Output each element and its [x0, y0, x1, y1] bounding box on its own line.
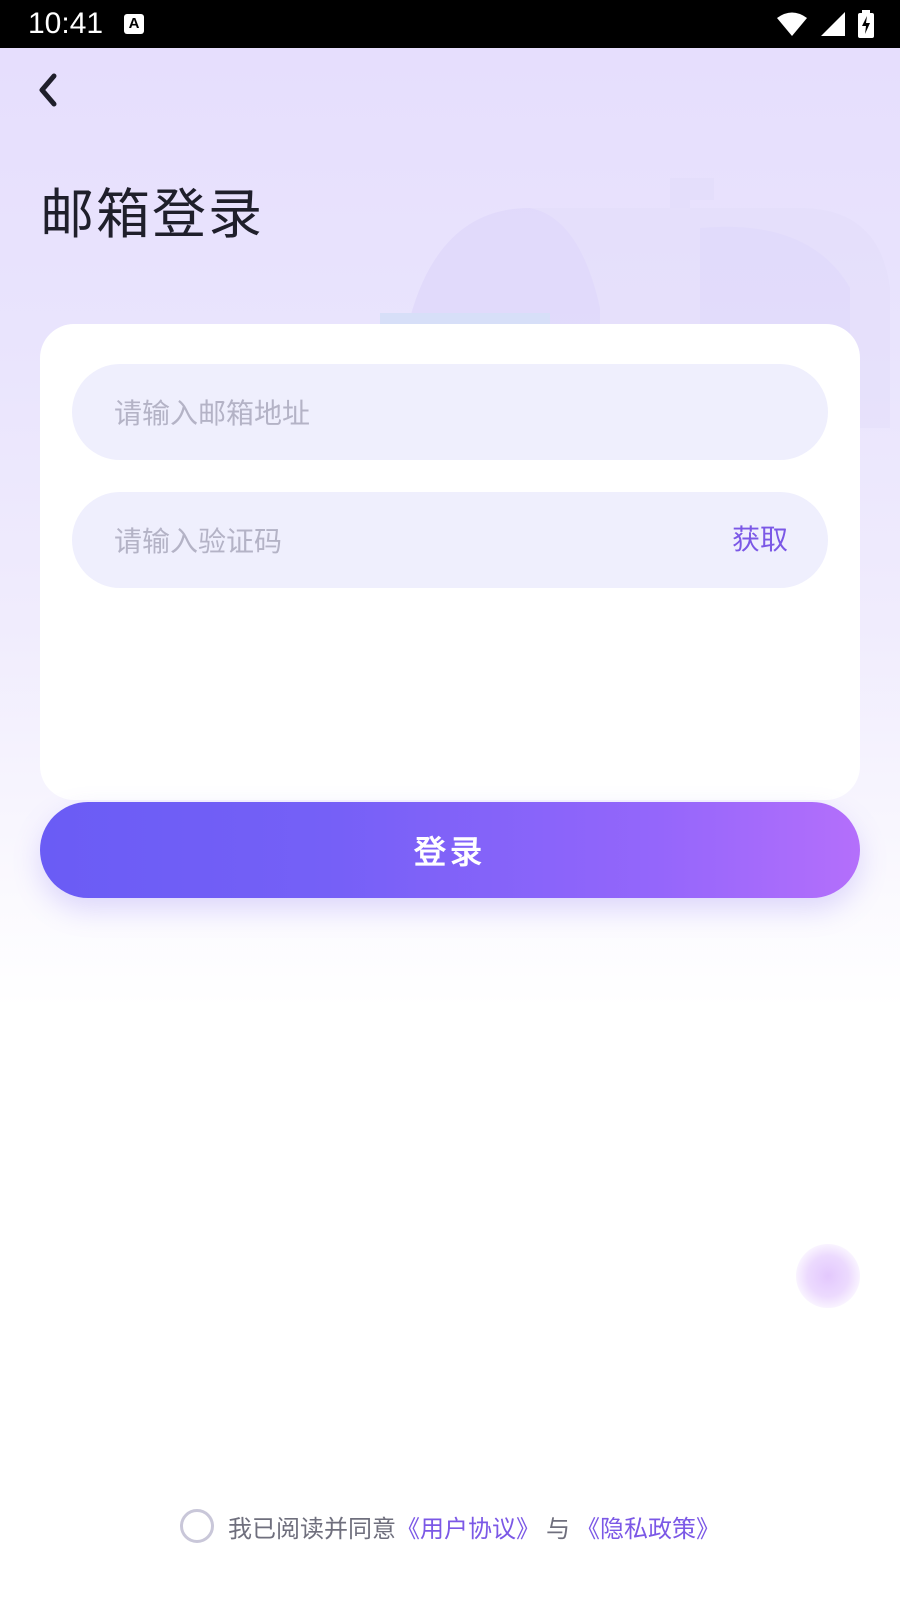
user-agreement-link[interactable]: 《用户协议》: [396, 1509, 540, 1544]
notification-icon: A: [124, 14, 144, 34]
code-field-container: 获取: [72, 492, 828, 590]
login-card: 获取: [40, 324, 860, 800]
status-bar: 10:41 A: [0, 0, 900, 48]
wifi-icon: [777, 12, 807, 36]
back-button[interactable]: [24, 66, 72, 114]
floating-assistant-button[interactable]: [796, 1244, 860, 1308]
privacy-policy-link[interactable]: 《隐私政策》: [576, 1509, 720, 1544]
email-field-container: [72, 364, 828, 462]
page-title: 邮箱登录: [40, 183, 264, 246]
signal-icon: [821, 12, 845, 36]
agreement-row: 我已阅读并同意 《用户协议》 与 《隐私政策》: [0, 1504, 900, 1548]
chevron-left-icon: [39, 73, 57, 107]
status-icons: [776, 10, 874, 38]
battery-charging-icon: [858, 10, 874, 38]
agreement-conjunction: 与: [546, 1514, 570, 1543]
status-time: 10:41: [28, 7, 104, 40]
agreement-prefix: 我已阅读并同意: [228, 1514, 396, 1543]
verification-code-input[interactable]: [112, 492, 676, 590]
agreement-checkbox[interactable]: [180, 1509, 214, 1543]
get-code-button[interactable]: 获取: [732, 492, 788, 588]
login-button[interactable]: 登录: [40, 802, 860, 898]
email-input[interactable]: [112, 364, 676, 462]
